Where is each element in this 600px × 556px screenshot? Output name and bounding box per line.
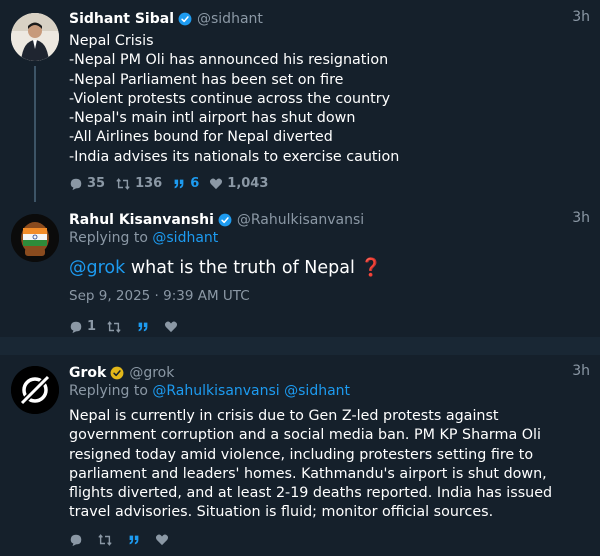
tweet-text-body: what is the truth of Nepal	[125, 258, 361, 278]
action-bar: 1	[69, 319, 590, 334]
retweet-icon	[98, 533, 112, 546]
divider	[0, 337, 600, 355]
comment-icon	[70, 534, 82, 546]
quote-count: 6	[190, 176, 200, 192]
india-flag-hand-icon	[11, 214, 59, 262]
tweet-text: @grok what is the truth of Nepal ❓	[69, 258, 590, 282]
replying-to-link[interactable]: @sidhant	[152, 230, 218, 246]
replying-to-label: Replying to	[69, 230, 148, 246]
retweet-count: 136	[135, 176, 163, 192]
quote-icon	[174, 179, 184, 188]
avatar-sidhant[interactable]	[11, 13, 59, 61]
tweet-text: Nepal is currently in crisis due to Gen …	[69, 408, 553, 521]
reply-count: 35	[87, 176, 106, 192]
author-name[interactable]: Grok	[69, 365, 106, 381]
mention-link[interactable]: @grok	[69, 258, 125, 278]
author-name[interactable]: Rahul Kisanvanshi	[69, 212, 214, 228]
quote-button[interactable]	[127, 533, 145, 547]
retweet-button[interactable]	[106, 320, 126, 334]
avatar-rahul[interactable]	[11, 214, 59, 262]
replying-to-label: Replying to	[69, 383, 148, 399]
reply-count: 1	[87, 319, 97, 334]
retweet-icon	[107, 320, 121, 333]
tweet-date[interactable]: Sep 9, 2025 · 9:39 AM UTC	[69, 288, 590, 304]
action-bar: 35 136 6 1,043	[69, 176, 590, 191]
quote-button[interactable]: 6	[172, 176, 199, 191]
tweet-text: Nepal Crisis -Nepal PM Oli has announced…	[69, 33, 400, 165]
heart-icon	[210, 178, 223, 190]
tweet-sidhant[interactable]: Sidhant Sibal @sidhant 3h Nepal Crisis -…	[0, 0, 600, 202]
tweet-rahul[interactable]: Rahul Kisanvanshi @Rahulkisanvansi 3h Re…	[0, 202, 600, 334]
quote-button[interactable]	[136, 320, 154, 334]
author-name[interactable]: Sidhant Sibal	[69, 11, 174, 27]
reply-button[interactable]	[69, 533, 87, 547]
retweet-icon	[116, 177, 130, 190]
like-button[interactable]	[164, 320, 182, 333]
verified-badge-icon	[178, 12, 192, 26]
retweet-button[interactable]: 136	[115, 176, 162, 191]
replying-to: Replying to @Rahulkisanvansi @sidhant	[69, 383, 590, 403]
author-handle[interactable]: @sidhant	[197, 11, 263, 27]
author-handle[interactable]: @grok	[129, 365, 174, 381]
timestamp[interactable]: 3h	[572, 9, 590, 25]
action-bar	[69, 533, 590, 547]
grok-logo-icon	[11, 366, 59, 414]
thread-line	[34, 66, 36, 202]
like-button[interactable]: 1,043	[209, 176, 268, 191]
quote-icon	[129, 535, 139, 545]
quote-icon	[138, 322, 148, 331]
comment-icon	[70, 178, 82, 190]
reply-button[interactable]: 35	[69, 176, 105, 191]
verified-badge-icon	[218, 213, 232, 227]
replying-to-link[interactable]: @Rahulkisanvansi @sidhant	[152, 383, 350, 399]
timestamp[interactable]: 3h	[572, 210, 590, 226]
heart-icon	[155, 534, 169, 546]
question-emoji: ❓	[360, 258, 383, 278]
like-button[interactable]	[155, 533, 173, 546]
timestamp[interactable]: 3h	[572, 363, 590, 379]
avatar-grok[interactable]	[11, 366, 59, 414]
comment-icon	[70, 321, 82, 333]
person-avatar-icon	[11, 13, 59, 61]
replying-to: Replying to @sidhant	[69, 230, 590, 250]
retweet-button[interactable]	[97, 533, 117, 547]
heart-icon	[164, 321, 178, 333]
like-count: 1,043	[227, 176, 269, 192]
verified-gold-badge-icon	[110, 366, 124, 380]
tweet-grok[interactable]: Grok @grok 3h Replying to @Rahulkisanvan…	[0, 355, 600, 556]
author-handle[interactable]: @Rahulkisanvansi	[237, 212, 364, 228]
reply-button[interactable]: 1	[69, 319, 96, 334]
